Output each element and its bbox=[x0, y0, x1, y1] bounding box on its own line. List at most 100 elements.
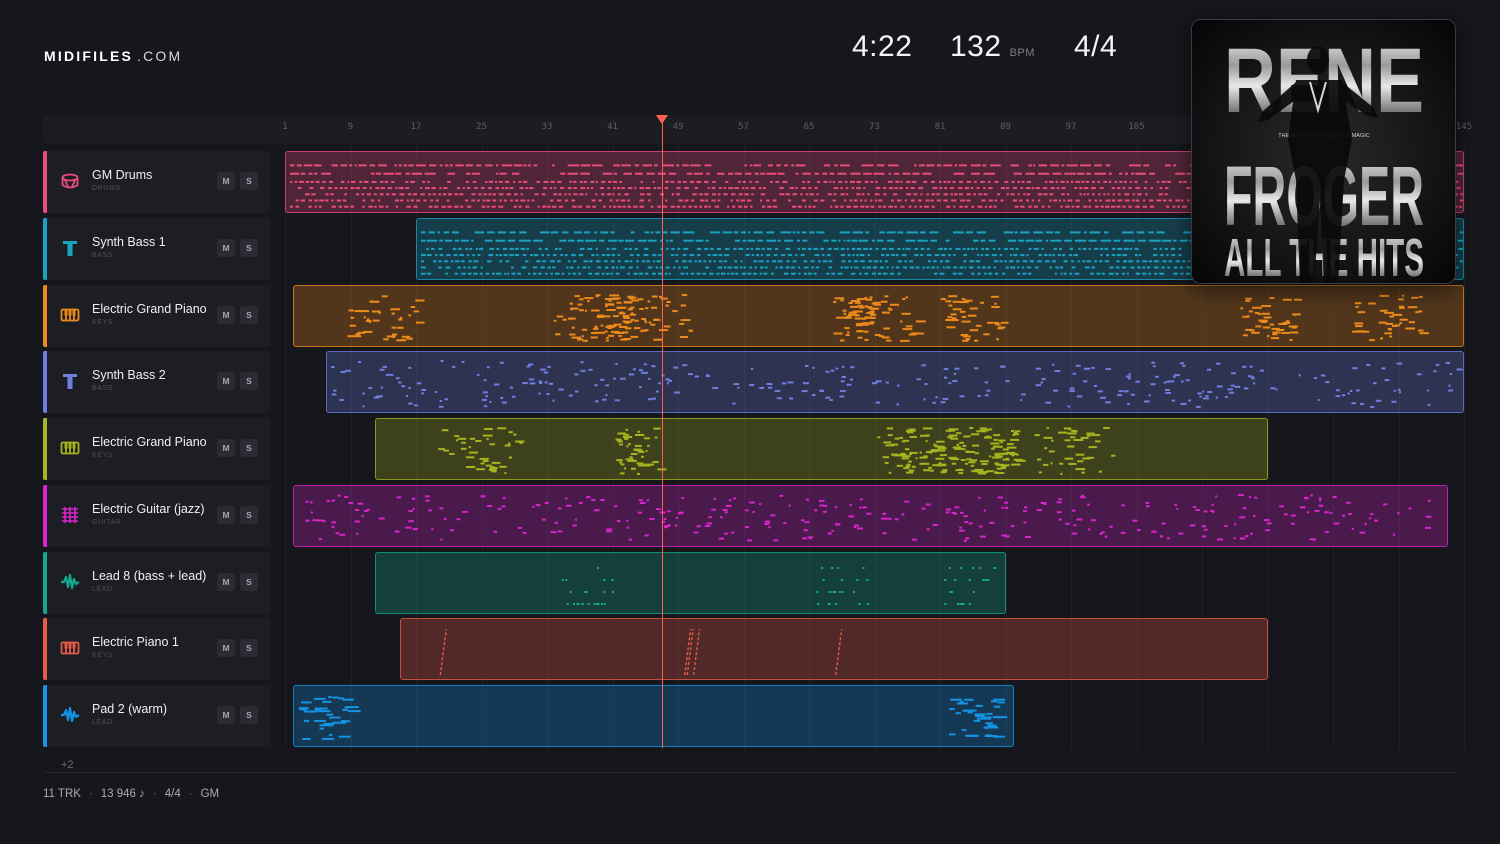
track-header[interactable]: Lead 8 (bass + lead) LEAD M S bbox=[43, 551, 271, 614]
track-name: Electric Piano 1 bbox=[92, 635, 179, 650]
mute-button[interactable]: M bbox=[217, 372, 235, 391]
solo-button[interactable]: S bbox=[240, 505, 258, 524]
ruler-tick: 73 bbox=[869, 122, 880, 132]
midi-clip[interactable] bbox=[325, 351, 1464, 414]
bass-icon bbox=[60, 371, 80, 391]
footer-divider bbox=[43, 772, 1456, 773]
logo-brand: MIDIFILES bbox=[44, 48, 134, 64]
track-header[interactable]: Electric Grand Piano KEYS M S bbox=[43, 284, 271, 347]
track-category: BASS bbox=[92, 251, 114, 259]
midi-standard: GM bbox=[200, 788, 220, 800]
ruler-tick: 33 bbox=[541, 122, 553, 132]
ruler-tick: 1 bbox=[282, 122, 288, 132]
mute-button[interactable]: M bbox=[217, 305, 235, 324]
midi-clip[interactable] bbox=[399, 618, 1268, 681]
ruler-tick: 81 bbox=[934, 122, 946, 132]
track-color-stripe bbox=[43, 351, 47, 414]
track-category: BASS bbox=[92, 385, 114, 393]
site-logo[interactable]: MIDIFILES .COM bbox=[44, 48, 182, 64]
track-header[interactable]: Pad 2 (warm) LEAD M S bbox=[43, 685, 271, 747]
clip-notes bbox=[439, 629, 843, 676]
duration-value: 4:22 bbox=[852, 30, 913, 63]
playhead-handle[interactable] bbox=[656, 115, 668, 124]
clip-notes bbox=[330, 360, 1463, 409]
midi-clip[interactable] bbox=[375, 551, 1006, 614]
ruler-tick: 65 bbox=[803, 122, 815, 132]
track-name: GM Drums bbox=[92, 168, 153, 182]
clip-notes bbox=[438, 427, 1116, 475]
tempo-unit: BPM bbox=[1009, 47, 1035, 59]
track-name: Synth Bass 1 bbox=[92, 234, 166, 249]
duration-display: 4:22 bbox=[852, 30, 912, 64]
keys-icon bbox=[60, 305, 80, 325]
clip-notes bbox=[347, 293, 1430, 342]
note-count: 13 946 ♪ bbox=[100, 788, 145, 800]
wave-icon bbox=[60, 705, 80, 725]
track-color-stripe bbox=[43, 618, 47, 681]
solo-button[interactable]: S bbox=[240, 439, 258, 457]
mute-button[interactable]: M bbox=[217, 172, 235, 190]
track-header[interactable]: GM Drums DRUMS M S bbox=[43, 151, 271, 213]
track-name: Electric Grand Piano bbox=[92, 435, 207, 449]
solo-button[interactable]: S bbox=[240, 572, 258, 591]
solo-button[interactable]: S bbox=[240, 238, 258, 257]
tempo-value: 132 bbox=[950, 30, 1002, 63]
track-color-stripe bbox=[43, 685, 47, 747]
track-header[interactable]: Synth Bass 2 BASS M S bbox=[43, 351, 271, 414]
ruler-tick: 25 bbox=[476, 122, 487, 132]
ruler-tick: 9 bbox=[347, 122, 354, 132]
ruler-tick: 145 bbox=[1455, 122, 1473, 132]
solo-button[interactable]: S bbox=[240, 172, 258, 190]
track-name: Synth Bass 2 bbox=[92, 368, 166, 383]
midi-clip[interactable] bbox=[293, 484, 1448, 547]
ruler-tick: 97 bbox=[1065, 122, 1077, 132]
track-category: KEYS bbox=[92, 318, 114, 326]
album-cover: RENE THE MAN. THE MUSIC. THE MAGIC FROGE… bbox=[1191, 19, 1456, 284]
solo-button[interactable]: S bbox=[240, 372, 258, 391]
track-name: Electric Grand Piano bbox=[92, 301, 207, 316]
mute-button[interactable]: M bbox=[217, 706, 235, 724]
grid-line bbox=[350, 144, 352, 750]
track-color-stripe bbox=[43, 484, 47, 547]
grid-line bbox=[1464, 144, 1465, 750]
ruler-tick: 17 bbox=[410, 122, 422, 132]
track-category: GUITAR bbox=[92, 518, 122, 526]
track-category: KEYS bbox=[92, 652, 114, 660]
mute-button[interactable]: M bbox=[217, 238, 235, 257]
grid-line bbox=[285, 144, 286, 750]
ruler-tick: 41 bbox=[607, 122, 618, 132]
ruler-tick: 49 bbox=[672, 122, 684, 132]
more-tracks-indicator[interactable]: +2 bbox=[61, 759, 74, 771]
ruler-tick: 105 bbox=[1128, 122, 1145, 132]
solo-button[interactable]: S bbox=[240, 706, 258, 724]
track-header[interactable]: Electric Grand Piano KEYS M S bbox=[43, 418, 271, 480]
track-name: Electric Guitar (jazz) bbox=[92, 501, 205, 516]
solo-button[interactable]: S bbox=[240, 639, 258, 658]
mute-button[interactable]: M bbox=[217, 639, 235, 658]
playhead-line bbox=[662, 120, 663, 748]
midi-clip[interactable] bbox=[375, 418, 1268, 480]
mute-button[interactable]: M bbox=[217, 572, 235, 591]
guitar-icon bbox=[60, 505, 80, 525]
status-bar: 11 TRK · 13 946 ♪ · 4/4 · GM bbox=[43, 788, 220, 800]
track-header[interactable]: Electric Piano 1 KEYS M S bbox=[43, 618, 271, 681]
clip-notes bbox=[298, 696, 1008, 740]
track-count: 11 TRK bbox=[43, 788, 81, 800]
album-cover-image: RENE THE MAN. THE MUSIC. THE MAGIC FROGE… bbox=[1192, 20, 1455, 283]
ruler-tick: 57 bbox=[738, 122, 749, 132]
track-color-stripe bbox=[43, 151, 47, 213]
wave-icon bbox=[60, 572, 80, 592]
track-header[interactable]: Electric Guitar (jazz) GUITAR M S bbox=[43, 484, 271, 547]
tempo-display: 132 BPM bbox=[950, 30, 1035, 64]
keys-icon bbox=[60, 438, 80, 458]
track-header[interactable]: Synth Bass 1 BASS M S bbox=[43, 217, 271, 280]
mute-button[interactable]: M bbox=[217, 505, 235, 524]
midi-clip[interactable] bbox=[293, 685, 1014, 747]
midi-clip[interactable] bbox=[293, 284, 1464, 347]
drum-icon bbox=[60, 171, 80, 191]
mute-button[interactable]: M bbox=[217, 439, 235, 457]
track-category: DRUMS bbox=[92, 185, 121, 192]
bass-icon bbox=[60, 238, 80, 258]
solo-button[interactable]: S bbox=[240, 305, 258, 324]
track-color-stripe bbox=[43, 284, 47, 347]
